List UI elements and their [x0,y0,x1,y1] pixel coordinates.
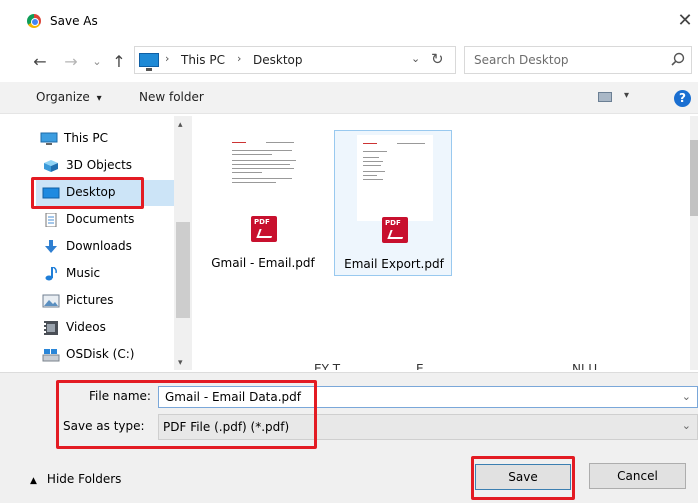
hide-folders-label: Hide Folders [46,472,122,486]
organize-caret-icon: ▾ [96,93,102,104]
pdf-icon [382,217,408,243]
address-dropdown-icon[interactable]: ⌄ [411,52,420,65]
breadcrumb-this-pc[interactable]: This PC [181,53,225,67]
chevron-down-icon[interactable]: ⌄ [682,390,691,403]
chevron-down-icon[interactable]: ⌄ [682,419,691,432]
save-highlight-box [471,456,575,500]
file-item-email-export[interactable]: Email Export.pdf [334,130,452,276]
chrome-icon [27,14,41,28]
hide-folders-button[interactable]: ▲ Hide Folders [30,472,121,486]
command-toolbar: Organize ▾ New folder ▾ ? [0,82,698,114]
nav-item-downloads[interactable]: Downloads [36,234,174,260]
scroll-up-icon[interactable]: ▴ [178,120,183,130]
window-title: Save As [50,14,98,28]
organize-label: Organize [36,90,90,104]
organize-button[interactable]: Organize ▾ [36,90,102,104]
partially-visible-labels: EY T E NI U [194,362,698,370]
file-name-label: NI U [572,362,598,370]
nav-item-osdisk[interactable]: OSDisk (C:) [36,342,174,368]
nav-item-music[interactable]: Music [36,261,174,287]
back-arrow-icon[interactable]: ← [30,52,50,72]
pictures-icon [42,294,60,308]
title-bar: Save As ✕ [0,0,698,42]
breadcrumb-separator[interactable]: › [237,52,241,65]
forward-arrow-icon[interactable]: → [62,52,80,72]
nav-item-label: Documents [66,212,135,226]
file-name-label: Email Export.pdf [344,257,444,271]
recent-locations-icon[interactable]: ⌄ [90,52,104,72]
file-item-gmail-email[interactable]: Gmail - Email.pdf [204,130,322,276]
document-thumbnail [357,135,433,221]
cube-icon [44,160,58,172]
refresh-icon[interactable]: ↻ [431,50,444,68]
nav-item-label: 3D Objects [66,158,133,172]
nav-item-videos[interactable]: Videos [36,315,174,341]
new-folder-button[interactable]: New folder [139,90,204,104]
nav-item-label: Pictures [66,293,114,307]
nav-item-label: This PC [64,131,108,145]
form-highlight-box [56,380,317,449]
pc-icon [139,53,159,71]
documents-icon [45,213,57,227]
search-placeholder: Search Desktop [474,53,569,67]
desktop-highlight-box [31,177,144,209]
chevron-up-icon: ▲ [30,476,37,486]
close-icon[interactable]: ✕ [672,8,698,34]
search-input[interactable]: Search Desktop [464,46,692,74]
navigation-pane: This PC 3D Objects Desktop Documents Dow… [30,116,192,370]
music-icon [45,267,57,281]
breadcrumb-separator[interactable]: › [165,52,169,65]
file-name-label: Gmail - Email.pdf [211,256,315,270]
download-icon [45,240,57,253]
pdf-icon [251,216,277,242]
nav-item-this-pc[interactable]: This PC [36,126,174,152]
nav-item-label: Downloads [66,239,132,253]
nav-item-label: Videos [66,320,106,334]
nav-item-pictures[interactable]: Pictures [36,288,174,314]
breadcrumb-desktop[interactable]: Desktop [253,53,303,67]
videos-icon [44,321,58,335]
nav-item-documents[interactable]: Documents [36,207,174,233]
cancel-button[interactable]: Cancel [589,463,686,489]
file-name-label: EY T [314,362,341,370]
view-options-icon[interactable] [598,92,612,102]
file-name-label: E [416,362,424,370]
file-list-scroll-thumb[interactable] [690,140,698,216]
nav-item-3d-objects[interactable]: 3D Objects [36,153,174,179]
document-thumbnail [226,134,302,220]
search-icon[interactable] [669,51,687,69]
drive-icon [42,349,60,362]
help-icon[interactable]: ? [674,90,691,107]
up-arrow-icon[interactable]: ↑ [110,52,128,72]
scroll-down-icon[interactable]: ▾ [178,358,183,368]
nav-item-label: Music [66,266,101,280]
file-list-area: Gmail - Email.pdf Email Export.pdf [194,116,698,370]
address-bar[interactable]: › This PC › Desktop ⌄ ↻ [134,46,456,74]
nav-pane-scroll-thumb[interactable] [176,222,190,318]
view-caret-icon[interactable]: ▾ [624,90,629,101]
computer-icon [40,132,58,145]
nav-item-label: OSDisk (C:) [66,347,135,361]
